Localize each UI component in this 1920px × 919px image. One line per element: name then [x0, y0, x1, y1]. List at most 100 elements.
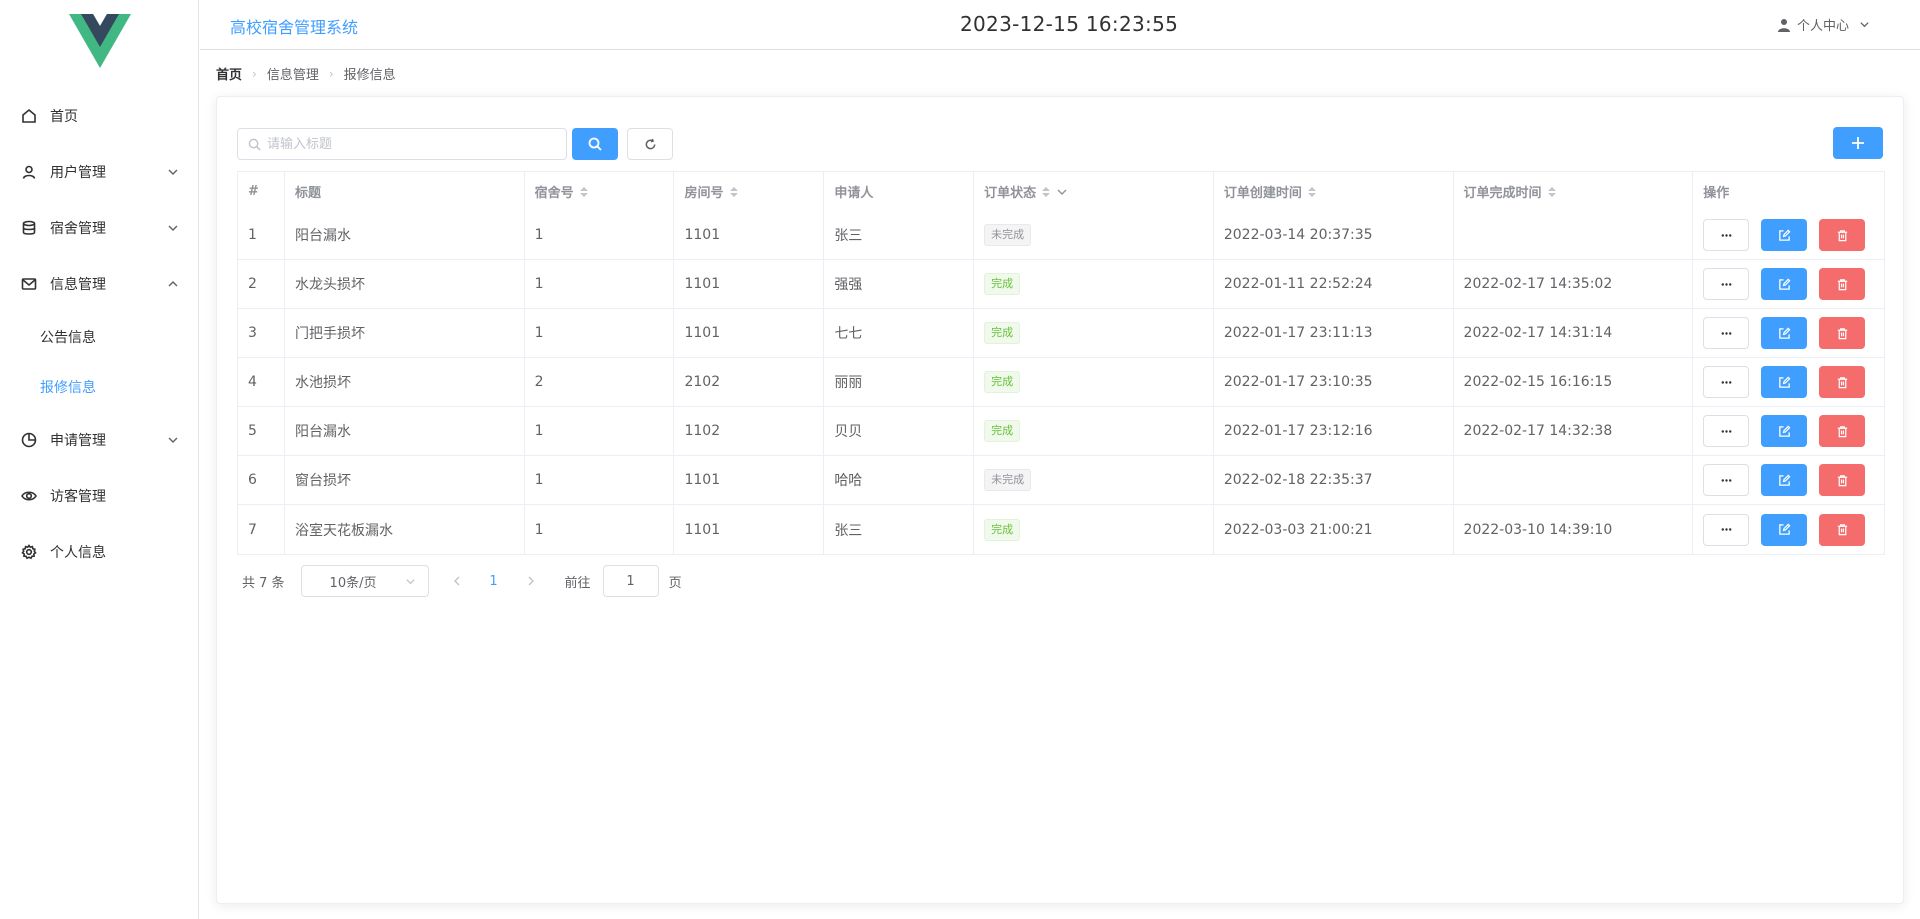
more-button[interactable] — [1703, 366, 1750, 398]
delete-button[interactable] — [1819, 268, 1866, 300]
more-button[interactable] — [1703, 464, 1750, 496]
edit-button[interactable] — [1761, 268, 1808, 300]
more-icon — [1721, 429, 1732, 433]
col-header-created[interactable]: 订单创建时间 — [1214, 172, 1454, 211]
edit-button[interactable] — [1761, 219, 1808, 251]
col-header-room[interactable]: 房间号 — [674, 172, 825, 211]
main-card: # 标题 宿舍号 房间号 申请人 订单状态 订单创建时间 订单完成时间 操作 1… — [216, 96, 1904, 904]
user-avatar-icon — [1777, 18, 1791, 32]
edit-icon — [1778, 376, 1791, 388]
sidebar: 首页 用户管理 宿舍管理 信息管理 公告信息 报修信息 申请管理 访客管理 个人… — [0, 0, 199, 919]
more-button[interactable] — [1703, 513, 1750, 546]
trash-icon — [1837, 474, 1847, 486]
sidebar-item-application-management[interactable]: 申请管理 — [0, 412, 199, 468]
cell-title: 水龙头损坏 — [285, 260, 525, 308]
chevron-left-icon — [453, 576, 460, 586]
cell-dorm: 2 — [525, 358, 675, 406]
delete-button[interactable] — [1819, 464, 1866, 496]
cell-title: 浴室天花板漏水 — [285, 505, 525, 554]
chevron-down-icon — [405, 576, 416, 591]
reset-button[interactable] — [627, 128, 673, 160]
sidebar-item-home[interactable]: 首页 — [0, 88, 199, 144]
col-header-label: 宿舍号 — [534, 186, 574, 201]
col-header-finished[interactable]: 订单完成时间 — [1454, 172, 1694, 211]
cell-actions — [1693, 505, 1884, 554]
breadcrumb-item-home[interactable]: 首页 — [216, 64, 242, 83]
page-size-select[interactable]: 10条/页 — [300, 565, 429, 597]
sort-icon[interactable] — [729, 186, 738, 197]
delete-button[interactable] — [1819, 415, 1866, 447]
sidebar-item-personal-info[interactable]: 个人信息 — [0, 524, 199, 580]
cell-applicant: 张三 — [824, 505, 975, 554]
edit-button[interactable] — [1761, 317, 1808, 349]
edit-button[interactable] — [1761, 366, 1808, 398]
search-input[interactable] — [267, 136, 557, 152]
delete-button[interactable] — [1819, 219, 1866, 251]
cell-created: 2022-01-17 23:12:16 — [1214, 407, 1454, 455]
edit-button[interactable] — [1761, 513, 1808, 546]
prev-page-button[interactable] — [445, 576, 469, 586]
search-button[interactable] — [572, 128, 618, 160]
sidebar-item-label: 信息管理 — [50, 277, 106, 293]
cell-created: 2022-02-18 22:35:37 — [1214, 456, 1454, 504]
edit-icon — [1778, 523, 1791, 535]
table-row: 2 水龙头损坏 1 1101 强强 完成 2022-01-11 22:52:24 2022-0… — [238, 260, 1884, 309]
user-center-dropdown[interactable]: 个人中心 — [1777, 15, 1870, 34]
cell-created: 2022-01-11 22:52:24 — [1214, 260, 1454, 308]
cell-index: 7 — [238, 505, 285, 554]
more-button[interactable] — [1703, 415, 1750, 447]
sidebar-item-dorm-management[interactable]: 宿舍管理 — [0, 200, 199, 256]
cell-room: 2102 — [674, 358, 825, 406]
sidebar-item-label: 访客管理 — [50, 489, 106, 505]
sidebar-subitem-notice[interactable]: 公告信息 — [0, 312, 199, 362]
page-size-value: 10条/页 — [329, 575, 377, 591]
delete-button[interactable] — [1819, 366, 1866, 398]
cell-applicant: 贝贝 — [824, 407, 975, 455]
sidebar-item-visitor-management[interactable]: 访客管理 — [0, 468, 199, 524]
sidebar-item-user-management[interactable]: 用户管理 — [0, 144, 199, 200]
more-button[interactable] — [1703, 219, 1750, 251]
cell-finished: 2022-03-10 14:39:10 — [1454, 505, 1694, 554]
edit-button[interactable] — [1761, 415, 1808, 447]
goto-unit: 页 — [668, 575, 682, 591]
user-icon — [20, 163, 38, 181]
edit-icon — [1778, 474, 1791, 486]
cell-actions — [1693, 358, 1884, 406]
cell-created: 2022-03-03 21:00:21 — [1214, 505, 1454, 554]
page-number-current[interactable]: 1 — [479, 574, 509, 589]
add-button[interactable] — [1833, 127, 1883, 159]
sidebar-menu: 首页 用户管理 宿舍管理 信息管理 公告信息 报修信息 申请管理 访客管理 个人… — [0, 88, 199, 580]
current-time: 2023-12-15 16:23:55 — [960, 12, 1179, 36]
goto-page-input[interactable] — [602, 565, 659, 597]
edit-button[interactable] — [1761, 464, 1808, 496]
filter-chevron-icon[interactable] — [1056, 186, 1068, 198]
user-center-label: 个人中心 — [1796, 19, 1849, 34]
search-field[interactable] — [237, 128, 567, 160]
cell-applicant: 七七 — [824, 309, 975, 357]
col-header-status[interactable]: 订单状态 — [974, 172, 1214, 211]
sidebar-subitem-repair[interactable]: 报修信息 — [0, 362, 199, 412]
gear-icon — [20, 543, 38, 561]
col-header-dorm[interactable]: 宿舍号 — [525, 172, 675, 211]
next-page-button[interactable] — [519, 576, 543, 586]
status-badge: 完成 — [984, 420, 1021, 442]
more-icon — [1721, 528, 1732, 531]
breadcrumb: 首页 › 信息管理 › 报修信息 — [216, 64, 396, 84]
sort-icon[interactable] — [1307, 186, 1316, 197]
more-button[interactable] — [1703, 268, 1750, 300]
delete-button[interactable] — [1819, 513, 1866, 546]
cell-finished — [1454, 211, 1694, 259]
edit-icon — [1778, 229, 1791, 241]
sort-icon[interactable] — [1042, 186, 1051, 197]
delete-button[interactable] — [1819, 317, 1866, 349]
sidebar-item-info-management[interactable]: 信息管理 — [0, 256, 199, 312]
cell-index: 6 — [238, 456, 285, 504]
cell-room: 1101 — [674, 211, 825, 259]
col-header-applicant: 申请人 — [824, 172, 975, 211]
col-header-label: 订单状态 — [984, 186, 1037, 201]
sort-icon[interactable] — [1547, 186, 1556, 197]
sort-icon[interactable] — [579, 186, 588, 197]
pagination-total: 共 7 条 — [242, 575, 285, 591]
status-badge: 完成 — [984, 518, 1021, 541]
more-button[interactable] — [1703, 317, 1750, 349]
